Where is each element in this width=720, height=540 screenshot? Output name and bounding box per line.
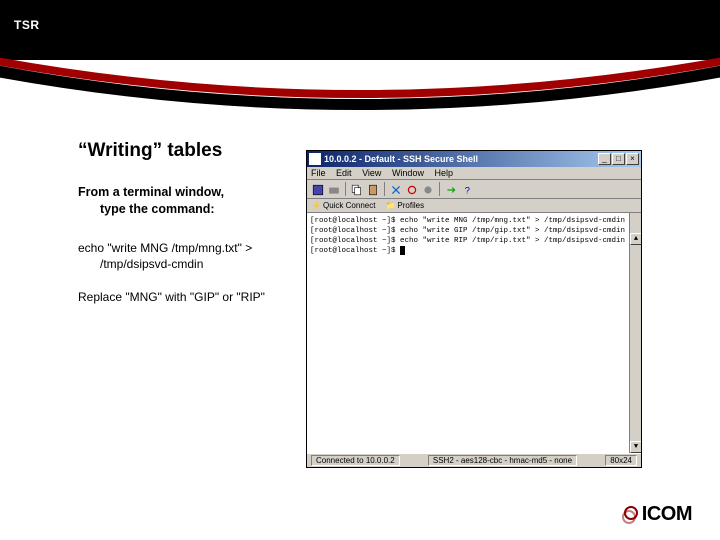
icom-logo: ICOM: [622, 503, 692, 526]
disconnect-icon[interactable]: [405, 182, 419, 196]
terminal-output[interactable]: [root@localhost ~]$ echo "write MNG /tmp…: [307, 213, 641, 453]
tsr-label: TSR: [14, 18, 40, 32]
toolbar-separator: [439, 182, 440, 196]
print-icon[interactable]: [327, 182, 341, 196]
toolbar-separator: [345, 182, 346, 196]
status-cipher: SSH2 - aes128-cbc - hmac-md5 - none: [428, 455, 577, 466]
copy-icon[interactable]: [350, 182, 364, 196]
status-size: 80x24: [605, 455, 637, 466]
logo-rings-icon: [622, 506, 640, 524]
instruction-line1: From a terminal window,: [78, 185, 224, 199]
menu-help[interactable]: Help: [434, 168, 453, 178]
terminal-line: [root@localhost ~]$ echo "write RIP /tmp…: [310, 237, 625, 245]
scroll-up-icon[interactable]: ▲: [630, 233, 641, 245]
help-icon[interactable]: ?: [460, 182, 474, 196]
paste-icon[interactable]: [366, 182, 380, 196]
terminal-menubar: File Edit View Window Help: [307, 167, 641, 180]
profiles-label: Profiles: [397, 201, 424, 210]
terminal-window: 10.0.0.2 - Default - SSH Secure Shell _ …: [306, 150, 642, 468]
terminal-line: [root@localhost ~]$ echo "write GIP /tmp…: [310, 227, 625, 235]
scroll-down-icon[interactable]: ▼: [630, 441, 641, 453]
quick-connect-label: Quick Connect: [323, 201, 375, 210]
terminal-app-icon: [309, 153, 321, 165]
command-line1: echo "write MNG /tmp/mng.txt" >: [78, 241, 252, 255]
cursor-icon: [400, 246, 405, 255]
terminal-quickbar: ⚡ Quick Connect 📁 Profiles: [307, 199, 641, 213]
folder-icon: 📁: [385, 201, 395, 210]
logo-text: ICOM: [642, 503, 692, 526]
quick-connect-button[interactable]: ⚡ Quick Connect: [311, 201, 375, 210]
terminal-statusbar: Connected to 10.0.0.2 SSH2 - aes128-cbc …: [307, 453, 641, 467]
terminal-titlebar[interactable]: 10.0.0.2 - Default - SSH Secure Shell _ …: [307, 151, 641, 167]
minimize-button[interactable]: _: [598, 153, 611, 165]
transfer-icon[interactable]: [444, 182, 458, 196]
terminal-line: [root@localhost ~]$ echo "write MNG /tmp…: [310, 217, 625, 225]
save-icon[interactable]: [311, 182, 325, 196]
menu-view[interactable]: View: [362, 168, 381, 178]
maximize-button[interactable]: □: [612, 153, 625, 165]
status-connection: Connected to 10.0.0.2: [311, 455, 400, 466]
terminal-title: 10.0.0.2 - Default - SSH Secure Shell: [324, 154, 597, 164]
terminal-line: [root@localhost ~]$: [310, 247, 400, 255]
menu-window[interactable]: Window: [392, 168, 424, 178]
toolbar-separator: [384, 182, 385, 196]
menu-edit[interactable]: Edit: [336, 168, 352, 178]
connect-icon[interactable]: [389, 182, 403, 196]
scrollbar-vertical[interactable]: ▲ ▼: [629, 213, 641, 453]
menu-file[interactable]: File: [311, 168, 326, 178]
terminal-toolbar: ?: [307, 180, 641, 199]
svg-text:?: ?: [465, 186, 470, 196]
lightning-icon: ⚡: [311, 201, 321, 210]
settings-icon[interactable]: [421, 182, 435, 196]
profiles-button[interactable]: 📁 Profiles: [385, 201, 424, 210]
close-button[interactable]: ×: [626, 153, 639, 165]
